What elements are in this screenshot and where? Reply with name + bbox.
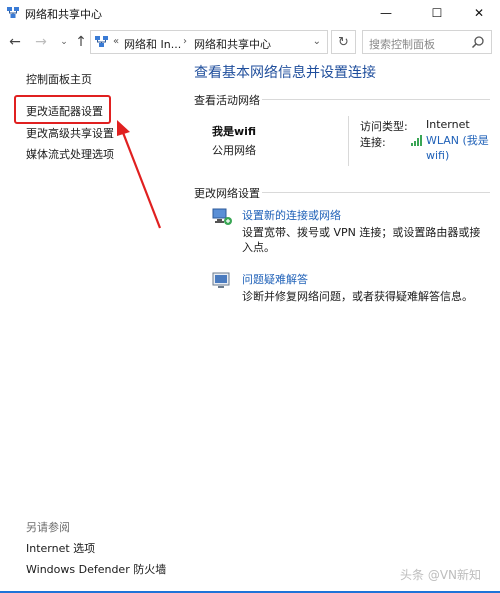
page-title: 查看基本网络信息并设置连接 xyxy=(194,65,376,81)
breadcrumb-segment[interactable]: 网络和共享中心 xyxy=(194,36,271,52)
wifi-signal-icon xyxy=(411,135,422,146)
divider xyxy=(262,192,490,193)
divider xyxy=(348,116,349,166)
up-button[interactable]: ↑ xyxy=(72,33,90,51)
maximize-button[interactable]: ☐ xyxy=(414,0,460,26)
back-button[interactable]: ← xyxy=(6,33,24,51)
see-also-label: 另请参阅 xyxy=(26,521,70,534)
active-networks-header: 查看活动网络 xyxy=(194,94,260,107)
troubleshoot-link[interactable]: 问题疑难解答 xyxy=(242,271,308,287)
forward-button[interactable]: → xyxy=(32,33,50,51)
address-overflow-icon[interactable]: « xyxy=(113,36,119,47)
setup-new-connection-desc: 设置宽带、拨号或 VPN 连接；或设置路由器或接入点。 xyxy=(242,226,481,254)
access-type-label: 访问类型: xyxy=(360,120,408,133)
sidebar-item-control-panel-home[interactable]: 控制面板主页 xyxy=(26,71,92,87)
change-settings-header: 更改网络设置 xyxy=(194,187,260,200)
connection-label: 连接: xyxy=(360,136,386,149)
recent-locations-button[interactable]: ⌄ xyxy=(55,33,73,51)
network-center-icon xyxy=(95,36,108,47)
breadcrumb-chevron-icon[interactable]: › xyxy=(183,36,187,47)
minimize-button[interactable]: — xyxy=(363,0,409,26)
setup-new-connection-link[interactable]: 设置新的连接或网络 xyxy=(242,207,341,223)
refresh-button[interactable]: ↻ xyxy=(331,30,356,54)
troubleshoot-icon xyxy=(212,272,230,288)
title-bar: 网络和共享中心 — ☐ ✕ xyxy=(0,0,500,26)
access-type-value: Internet xyxy=(426,118,470,131)
search-icon[interactable] xyxy=(471,35,485,49)
connection-link[interactable]: WLAN (我是wifi) xyxy=(426,133,492,163)
see-also-firewall[interactable]: Windows Defender 防火墙 xyxy=(26,561,166,577)
address-bar[interactable]: « 网络和 In... › 网络和共享中心 ⌄ xyxy=(90,30,328,54)
search-input[interactable]: 搜索控制面板 xyxy=(362,30,492,54)
close-button[interactable]: ✕ xyxy=(456,0,500,26)
network-center-icon xyxy=(7,7,19,18)
network-setup-icon xyxy=(212,208,232,225)
network-name: 我是wifi xyxy=(212,125,257,138)
search-placeholder: 搜索控制面板 xyxy=(369,38,435,51)
sidebar-item-advanced-sharing[interactable]: 更改高级共享设置 xyxy=(26,125,114,141)
troubleshoot-desc: 诊断并修复网络问题，或者获得疑难解答信息。 xyxy=(242,290,473,303)
address-dropdown-icon[interactable]: ⌄ xyxy=(313,36,321,47)
window-title: 网络和共享中心 xyxy=(25,8,102,21)
navigation-bar: ← → ⌄ ↑ « 网络和 In... › 网络和共享中心 ⌄ ↻ 搜索控制面板 xyxy=(0,26,500,58)
see-also-internet-options[interactable]: Internet 选项 xyxy=(26,540,95,556)
divider xyxy=(262,99,490,100)
annotation-arrow xyxy=(117,120,162,229)
sidebar-item-change-adapter-settings[interactable]: 更改适配器设置 xyxy=(26,103,103,119)
watermark: 头条 @VN新知 xyxy=(400,568,482,582)
network-type[interactable]: 公用网络 xyxy=(212,142,256,158)
sidebar-item-media-streaming[interactable]: 媒体流式处理选项 xyxy=(26,146,114,162)
breadcrumb-segment[interactable]: 网络和 In... xyxy=(124,36,181,52)
